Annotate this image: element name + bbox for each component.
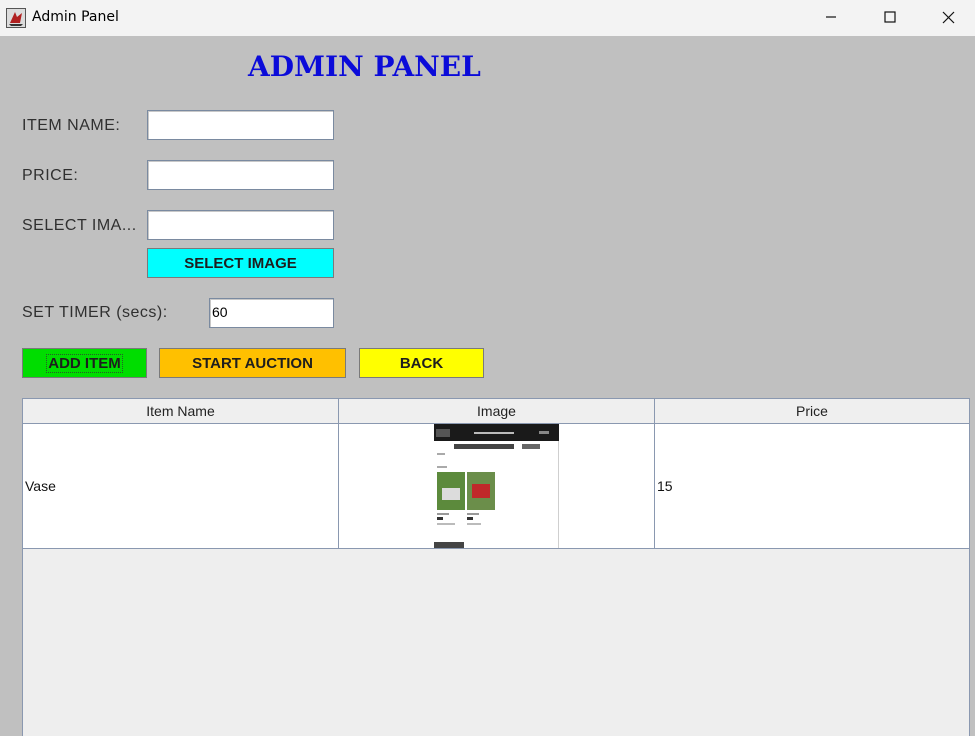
page-title: ADMIN PANEL (248, 50, 481, 83)
cell-price: 15 (657, 478, 673, 494)
price-input[interactable] (147, 160, 334, 190)
add-item-button-label: ADD ITEM (46, 353, 123, 373)
column-header-image[interactable]: Image (339, 399, 655, 423)
back-button[interactable]: BACK (359, 348, 484, 378)
cell-item-name: Vase (23, 424, 339, 548)
cell-image (339, 424, 655, 548)
timer-label: SET TIMER (secs): (22, 304, 168, 321)
start-auction-button-label: START AUCTION (192, 354, 313, 372)
java-app-icon (6, 8, 26, 28)
select-image-button-label: SELECT IMAGE (184, 254, 297, 272)
close-button[interactable] (919, 0, 975, 34)
add-item-button[interactable]: ADD ITEM (22, 348, 147, 378)
select-image-button[interactable]: SELECT IMAGE (147, 248, 334, 278)
price-label: PRICE: (22, 167, 79, 184)
close-icon (942, 11, 954, 23)
title-bar: Admin Panel (0, 0, 975, 36)
column-header-price[interactable]: Price (655, 399, 969, 423)
admin-panel-window: Admin Panel ADMIN PANEL ITEM NAME: PRICE… (0, 0, 975, 736)
start-auction-button[interactable]: START AUCTION (159, 348, 346, 378)
timer-input[interactable]: 60 (209, 298, 334, 328)
items-table[interactable]: Item Name Image Price Vase 15 (22, 398, 970, 736)
back-button-label: BACK (399, 354, 444, 372)
item-name-input[interactable] (147, 110, 334, 140)
window-title: Admin Panel (32, 9, 119, 25)
image-path-input[interactable] (147, 210, 334, 240)
minimize-icon (826, 16, 836, 18)
minimize-button[interactable] (802, 0, 860, 34)
item-name-label: ITEM NAME: (22, 117, 121, 134)
table-row[interactable]: Vase 15 (23, 424, 969, 549)
maximize-button[interactable] (861, 0, 919, 34)
table-header: Item Name Image Price (23, 399, 969, 424)
item-image-thumbnail (434, 424, 559, 548)
maximize-icon (884, 11, 896, 23)
select-image-label: SELECT IMA... (22, 217, 137, 234)
column-header-item-name[interactable]: Item Name (23, 399, 339, 423)
